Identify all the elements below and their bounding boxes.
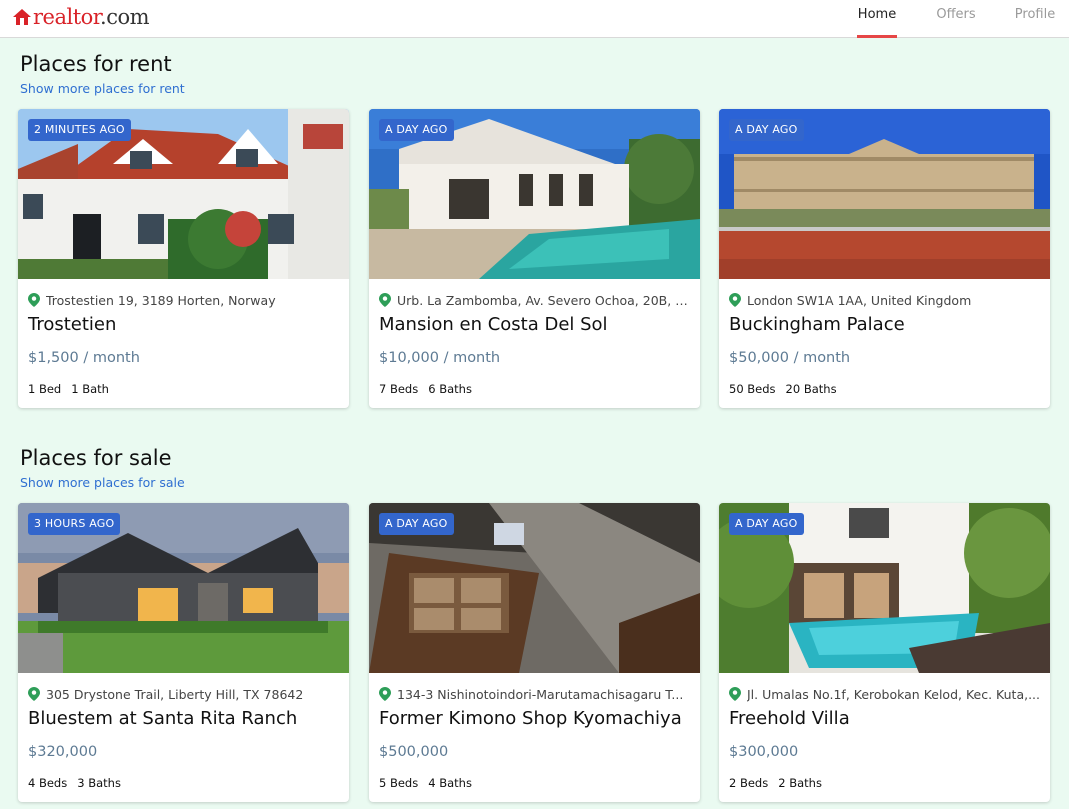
listing-specs: 4 Beds 3 Baths	[28, 776, 121, 790]
map-pin-icon	[379, 293, 391, 307]
nav-offers[interactable]: Offers	[936, 7, 976, 38]
listing-price: $10,000 / month	[379, 350, 501, 366]
active-tab-indicator	[857, 35, 897, 38]
nav-profile[interactable]: Profile	[1013, 7, 1057, 38]
listing-address: Jl. Umalas No.1f, Kerobokan Kelod, Kec. …	[729, 685, 1041, 703]
address-text: London SW1A 1AA, United Kingdom	[747, 292, 972, 308]
listing-time-badge: A DAY AGO	[379, 119, 454, 141]
listing-name: Bluestem at Santa Rita Ranch	[28, 708, 298, 729]
listing-specs: 2 Beds 2 Baths	[729, 776, 822, 790]
listing-time-badge: A DAY AGO	[729, 119, 804, 141]
baths-count: 3 Baths	[77, 776, 121, 790]
logo-text: realtor.com	[33, 5, 150, 29]
listing-address: Urb. La Zambomba, Av. Severo Ochoa, 20B,…	[379, 291, 691, 309]
listing-card[interactable]: A DAY AGO London SW1A 1AA, United Kingdo…	[719, 109, 1050, 408]
map-pin-icon	[28, 687, 40, 701]
listing-specs: 7 Beds 6 Baths	[379, 382, 472, 396]
listing-price: $500,000	[379, 744, 449, 760]
listing-address: 305 Drystone Trail, Liberty Hill, TX 786…	[28, 685, 340, 703]
listing-name: Freehold Villa	[729, 708, 850, 729]
listing-specs: 50 Beds 20 Baths	[729, 382, 837, 396]
beds-count: 5 Beds	[379, 776, 419, 790]
map-pin-icon	[729, 687, 741, 701]
baths-count: 1 Bath	[71, 382, 109, 396]
address-text: Urb. La Zambomba, Av. Severo Ochoa, 20B,…	[397, 292, 691, 308]
listing-address: London SW1A 1AA, United Kingdom	[729, 291, 1041, 309]
top-navigation-bar: realtor.com Home Offers Profile	[0, 0, 1069, 38]
listing-time-badge: A DAY AGO	[729, 513, 804, 535]
realtor-logo[interactable]: realtor.com	[12, 5, 150, 29]
listing-card[interactable]: 2 MINUTES AGO Trostestien 19, 3189 Horte…	[18, 109, 349, 408]
baths-count: 20 Baths	[785, 382, 837, 396]
listing-address: Trostestien 19, 3189 Horten, Norway	[28, 291, 340, 309]
listing-specs: 5 Beds 4 Baths	[379, 776, 472, 790]
beds-count: 7 Beds	[379, 382, 419, 396]
rent-section-title: Places for rent	[20, 52, 172, 76]
listing-time-badge: A DAY AGO	[379, 513, 454, 535]
house-logo-icon	[13, 9, 31, 25]
sale-section-title: Places for sale	[20, 446, 172, 470]
address-text: 134-3 Nishinotoindori-Marutamachisagaru …	[397, 686, 684, 702]
listing-price: $320,000	[28, 744, 98, 760]
baths-count: 6 Baths	[428, 382, 472, 396]
nav-home[interactable]: Home	[857, 7, 897, 38]
beds-count: 50 Beds	[729, 382, 776, 396]
show-more-rent-link[interactable]: Show more places for rent	[20, 81, 185, 96]
listing-price: $50,000 / month	[729, 350, 851, 366]
beds-count: 1 Bed	[28, 382, 62, 396]
listing-address: 134-3 Nishinotoindori-Marutamachisagaru …	[379, 685, 691, 703]
listing-time-badge: 3 HOURS AGO	[28, 513, 121, 535]
listing-name: Buckingham Palace	[729, 314, 905, 335]
listing-card[interactable]: A DAY AGO Jl. Umalas No.1f, Kerobokan Ke…	[719, 503, 1050, 802]
beds-count: 4 Beds	[28, 776, 68, 790]
address-text: Jl. Umalas No.1f, Kerobokan Kelod, Kec. …	[747, 686, 1040, 702]
listing-price: $300,000	[729, 744, 799, 760]
listing-name: Former Kimono Shop Kyomachiya	[379, 708, 682, 729]
listing-price: $1,500 / month	[28, 350, 140, 366]
listing-time-badge: 2 MINUTES AGO	[28, 119, 131, 141]
show-more-sale-link[interactable]: Show more places for sale	[20, 475, 185, 490]
map-pin-icon	[379, 687, 391, 701]
map-pin-icon	[729, 293, 741, 307]
listing-name: Mansion en Costa Del Sol	[379, 314, 608, 335]
listing-card[interactable]: 3 HOURS AGO 305 Drystone Trail, Liberty …	[18, 503, 349, 802]
map-pin-icon	[28, 293, 40, 307]
listing-name: Trostetien	[28, 314, 117, 335]
listing-specs: 1 Bed 1 Bath	[28, 382, 109, 396]
address-text: Trostestien 19, 3189 Horten, Norway	[46, 292, 276, 308]
address-text: 305 Drystone Trail, Liberty Hill, TX 786…	[46, 686, 304, 702]
listing-card[interactable]: A DAY AGO Urb. La Zambomba, Av. Severo O…	[369, 109, 700, 408]
baths-count: 4 Baths	[428, 776, 472, 790]
beds-count: 2 Beds	[729, 776, 769, 790]
listing-card[interactable]: A DAY AGO 134-3 Nishinotoindori-Marutama…	[369, 503, 700, 802]
baths-count: 2 Baths	[778, 776, 822, 790]
